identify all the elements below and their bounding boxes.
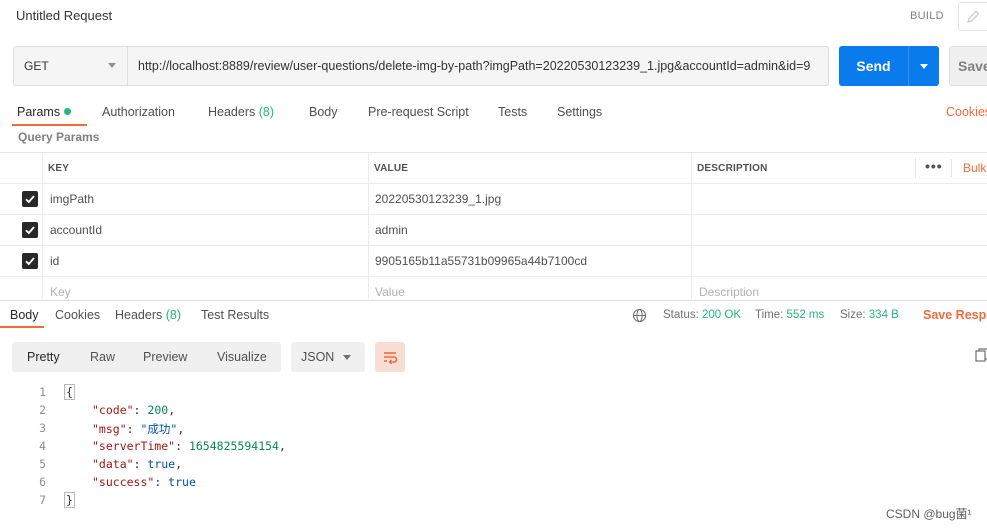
wrap-icon [384, 352, 398, 364]
response-tab-test-results[interactable]: Test Results [201, 308, 269, 322]
view-visualize-button[interactable]: Visualize [217, 350, 267, 364]
json-line: "serverTime": 1654825594154, [92, 439, 286, 453]
param-key[interactable]: accountId [50, 223, 102, 237]
size-value: 334 B [868, 309, 899, 321]
headers-count: (8) [258, 105, 275, 119]
line-number: 5 [39, 457, 46, 471]
json-line: "code": 200, [92, 403, 176, 417]
response-headers-count: (8) [165, 308, 182, 322]
view-raw-button[interactable]: Raw [90, 350, 115, 364]
open-brace: { [64, 384, 75, 400]
build-label[interactable]: BUILD [910, 10, 944, 22]
json-line: "success": true [92, 475, 196, 489]
header-separator [915, 158, 916, 178]
chevron-down-icon [343, 355, 351, 360]
params-active-dot [64, 108, 72, 115]
line-number: 1 [39, 385, 46, 399]
tab-headers[interactable]: Headers (8) [208, 105, 274, 119]
param-checkbox[interactable] [22, 222, 38, 238]
save-button[interactable]: Save [949, 46, 987, 86]
method-select[interactable]: GET [13, 46, 128, 86]
cookies-link[interactable]: Cookies [946, 105, 987, 119]
tab-params[interactable]: Params [17, 105, 72, 119]
column-header-description: DESCRIPTION [697, 163, 768, 174]
chevron-down-icon [920, 63, 928, 69]
param-value[interactable]: admin [375, 223, 408, 237]
row-divider [0, 214, 987, 215]
view-pretty-button[interactable]: Pretty [27, 350, 60, 364]
row-divider [0, 183, 987, 184]
param-checkbox[interactable] [22, 191, 38, 207]
size-indicator[interactable]: Size: 334 B [840, 309, 899, 321]
response-tab-headers[interactable]: Headers (8) [115, 308, 181, 322]
check-icon [25, 195, 35, 204]
param-key[interactable]: imgPath [50, 192, 94, 206]
response-divider [0, 300, 987, 301]
watermark: CSDN @bug菌¹ [886, 507, 972, 521]
tab-body[interactable]: Body [309, 105, 338, 119]
edit-button[interactable] [958, 2, 987, 31]
new-value-input[interactable]: Value [375, 285, 405, 299]
new-key-input[interactable]: Key [50, 285, 71, 299]
tab-settings[interactable]: Settings [557, 105, 602, 119]
check-icon [25, 257, 35, 266]
active-response-tab-indicator [0, 326, 44, 328]
row-divider [0, 245, 987, 246]
close-brace: } [64, 492, 75, 508]
response-tab-cookies[interactable]: Cookies [55, 308, 100, 322]
column-divider [691, 153, 692, 299]
json-line: "msg": "成功", [92, 422, 185, 436]
column-divider [368, 153, 369, 299]
column-divider [42, 153, 43, 299]
new-description-input[interactable]: Description [699, 285, 759, 299]
send-options-button[interactable] [908, 46, 939, 86]
param-key[interactable]: id [50, 254, 59, 268]
time-indicator[interactable]: Time: 552 ms [755, 309, 824, 321]
param-value[interactable]: 20220530123239_1.jpg [375, 192, 501, 206]
header-separator [951, 159, 952, 177]
more-options-icon[interactable]: ••• [925, 158, 943, 174]
check-icon [25, 226, 35, 235]
format-label: JSON [301, 350, 335, 364]
line-number: 2 [39, 403, 46, 417]
globe-icon[interactable] [632, 308, 647, 326]
active-tab-indicator [12, 124, 87, 126]
column-header-key: KEY [48, 163, 70, 174]
tab-tests[interactable]: Tests [498, 105, 527, 119]
tab-authorization[interactable]: Authorization [102, 105, 175, 119]
response-tab-body[interactable]: Body [10, 308, 39, 322]
line-number: 7 [39, 493, 46, 507]
table-border [0, 152, 987, 153]
url-input[interactable]: http://localhost:8889/review/user-questi… [128, 46, 829, 86]
copy-icon[interactable] [975, 348, 987, 362]
save-response-button[interactable]: Save Respo [923, 308, 987, 322]
param-checkbox[interactable] [22, 253, 38, 269]
bulk-edit-link[interactable]: Bulk [963, 161, 986, 175]
format-select[interactable]: JSON [291, 342, 365, 372]
pencil-icon [967, 10, 980, 23]
tab-pre-request-script[interactable]: Pre-request Script [368, 105, 469, 119]
line-number: 3 [39, 421, 46, 435]
param-value[interactable]: 9905165b11a55731b09965a44b7100cd [375, 254, 587, 268]
column-header-value: VALUE [374, 163, 409, 174]
json-line: "data": true, [92, 457, 183, 471]
request-title[interactable]: Untitled Request [16, 8, 112, 23]
status-indicator[interactable]: Status: 200 OK [663, 309, 741, 321]
chevron-down-icon [108, 63, 116, 68]
response-body[interactable]: 1 2 3 4 5 6 7 { "code": 200, "msg": "成功"… [0, 382, 987, 508]
line-number: 6 [39, 475, 46, 489]
view-preview-button[interactable]: Preview [143, 350, 187, 364]
row-divider [0, 276, 987, 277]
line-number: 4 [39, 439, 46, 453]
query-params-title: Query Params [18, 130, 100, 144]
status-value: 200 OK [702, 309, 742, 321]
wrap-lines-button[interactable] [375, 342, 405, 372]
send-button[interactable]: Send [839, 46, 908, 86]
time-value: 552 ms [786, 309, 825, 321]
method-label: GET [24, 59, 49, 73]
